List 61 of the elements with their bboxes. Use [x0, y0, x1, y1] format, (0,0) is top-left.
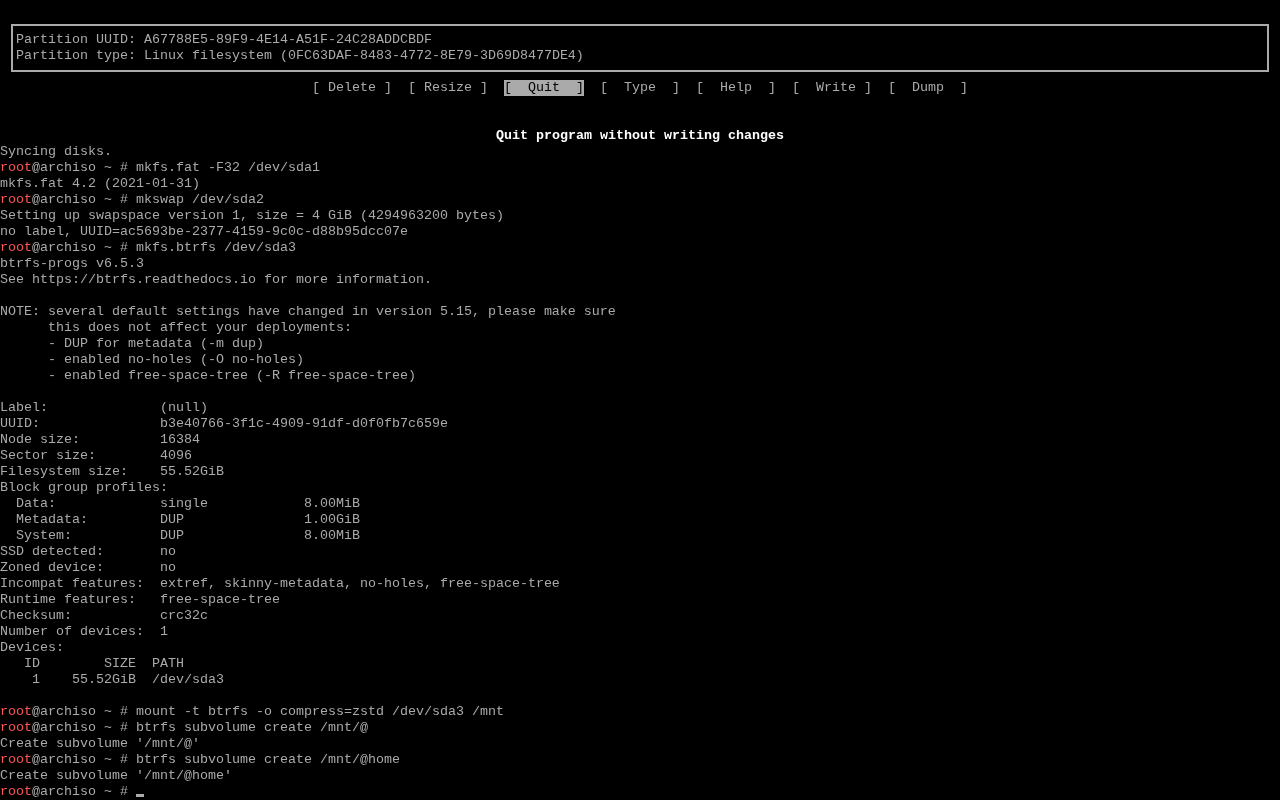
command-text: btrfs subvolume create /mnt/@: [136, 720, 368, 735]
output-line: Number of devices: 1: [0, 624, 169, 640]
output-line: Checksum: crc32c: [0, 608, 209, 624]
prompt-host: @archiso ~ #: [32, 240, 129, 255]
output-line: 1 55.52GiB /dev/sda3: [31, 672, 225, 688]
menu-button[interactable]: [ Help ]: [696, 80, 776, 96]
menu-button[interactable]: [ Resize ]: [408, 80, 488, 96]
output-line: - DUP for metadata (-m dup): [47, 336, 265, 352]
prompt-host: @archiso ~ #: [32, 160, 129, 175]
output-line: Runtime features: free-space-tree: [0, 592, 281, 608]
prompt-user: root: [0, 704, 32, 719]
output-line: Metadata: DUP 1.00GiB: [15, 512, 361, 528]
output-line: Setting up swapspace version 1, size = 4 GiB (4294963200 bytes): [0, 208, 505, 224]
output-line: Devices:: [0, 640, 65, 656]
output-line: Label: (null): [0, 400, 209, 416]
menu-button[interactable]: [ Write ]: [792, 80, 872, 96]
prompt-user: root: [0, 240, 32, 255]
prompt-user: root: [0, 192, 32, 207]
output-line: System: DUP 8.00MiB: [15, 528, 361, 544]
output-line: See https://btrfs.readthedocs.io for more information.: [0, 272, 433, 288]
command-text: mkfs.btrfs /dev/sda3: [136, 240, 296, 255]
output-line: Incompat features: extref, skinny-metadata, no-holes, free-space-tree: [0, 576, 561, 592]
output-line: Node size: 16384: [0, 432, 201, 448]
prompt-user: root: [0, 784, 32, 799]
output-line: mkfs.fat 4.2 (2021-01-31): [0, 176, 201, 192]
menu-button[interactable]: [ Dump ]: [888, 80, 968, 96]
prompt-host: @archiso ~ #: [32, 752, 129, 767]
output-line: btrfs-progs v6.5.3: [0, 256, 145, 272]
output-line: - enabled free-space-tree (-R free-space-tree): [47, 368, 417, 384]
output-line: this does not affect your deployments:: [47, 320, 353, 336]
output-line: Create subvolume '/mnt/@home': [0, 768, 233, 784]
output-line: no label, UUID=ac5693be-2377-4159-9c0c-d88b95dcc07e: [0, 224, 409, 240]
command-text: mkfs.fat -F32 /dev/sda1: [136, 160, 320, 175]
prompt-host: @archiso ~ #: [32, 704, 129, 719]
output-line: NOTE: several default settings have changed in version 5.15, please make sure: [0, 304, 617, 320]
partition-info-line: Partition UUID: A67788E5-89F9-4E14-A51F-24C28ADDCBDF: [16, 32, 433, 48]
help-text: Quit program without writing changes: [496, 128, 784, 144]
output-line: SSD detected: no: [0, 544, 177, 560]
output-line: Block group profiles:: [0, 480, 169, 496]
output-line: Create subvolume '/mnt/@': [0, 736, 201, 752]
command-text: mount -t btrfs -o compress=zstd /dev/sda3 /mnt: [136, 704, 504, 719]
menu-button[interactable]: [ Quit ]: [504, 80, 584, 96]
output-line: Data: single 8.00MiB: [15, 496, 361, 512]
output-line: - enabled no-holes (-O no-holes): [47, 352, 305, 368]
prompt-user: root: [0, 752, 32, 767]
output-line: Zoned device: no: [0, 560, 177, 576]
output-line: UUID: b3e40766-3f1c-4909-91df-d0f0fb7c659e: [0, 416, 449, 432]
prompt-user: root: [0, 160, 32, 175]
partition-info-line: Partition type: Linux filesystem (0FC63DAF-8483-4772-8E79-3D69D8477DE4): [16, 48, 585, 64]
output-line: Syncing disks.: [0, 144, 113, 160]
output-line: Filesystem size: 55.52GiB: [0, 464, 225, 480]
prompt-host: @archiso ~ #: [32, 720, 129, 735]
command-text: mkswap /dev/sda2: [136, 192, 264, 207]
menu-button[interactable]: [ Type ]: [600, 80, 680, 96]
prompt-user: root: [0, 720, 32, 735]
prompt-host: @archiso ~ #: [32, 192, 129, 207]
prompt-host: @archiso ~ #: [32, 784, 129, 799]
output-line: ID SIZE PATH: [23, 656, 185, 672]
output-line: Sector size: 4096: [0, 448, 193, 464]
command-text: btrfs subvolume create /mnt/@home: [136, 752, 400, 767]
menu-button[interactable]: [ Delete ]: [312, 80, 392, 96]
